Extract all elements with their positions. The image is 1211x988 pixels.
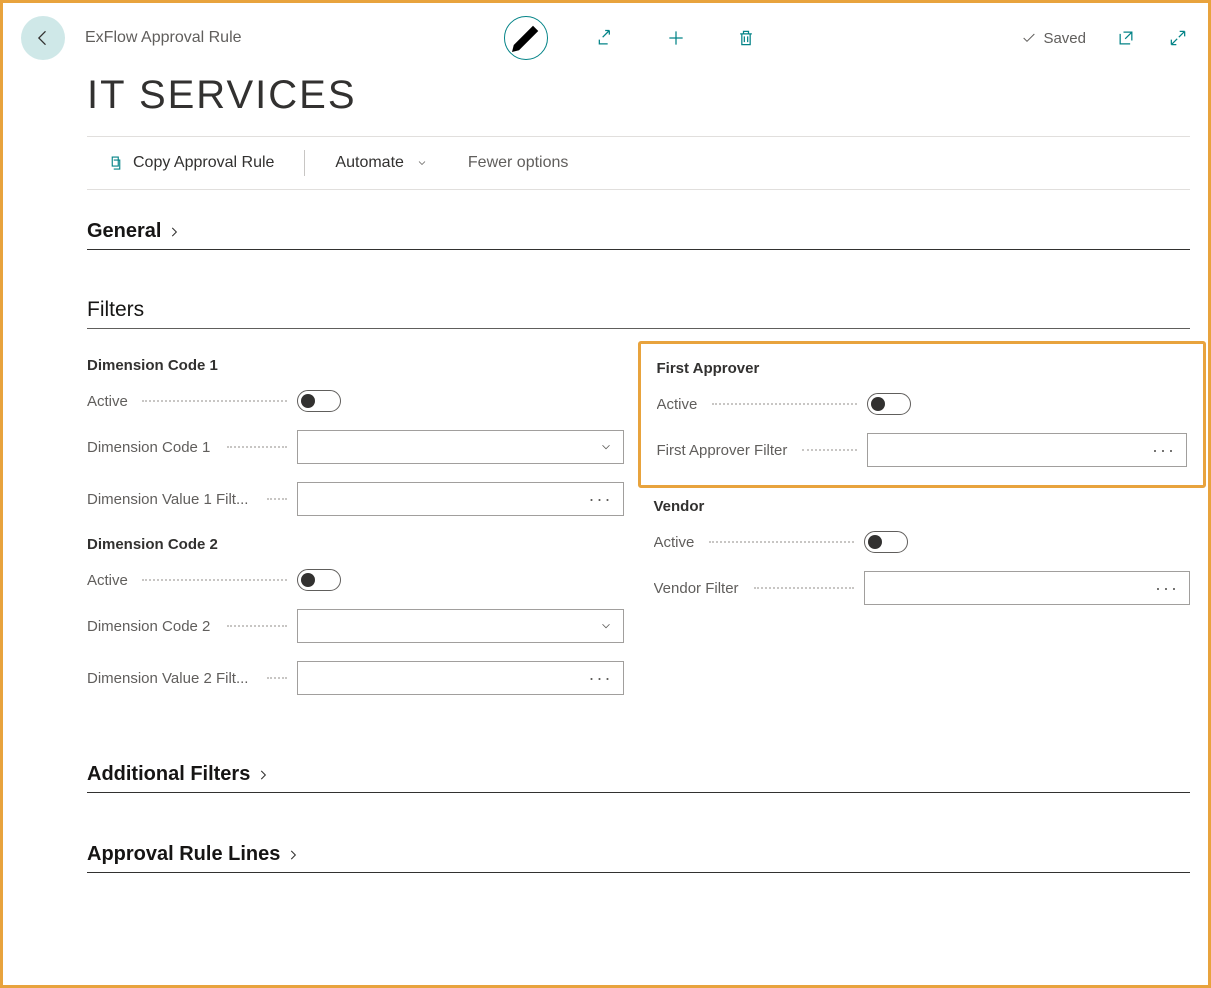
dim1-code-label: Dimension Code 1 <box>87 439 287 456</box>
expand-icon[interactable] <box>1166 26 1190 50</box>
dim2-value-input[interactable]: ··· <box>297 661 624 695</box>
ellipsis-icon[interactable]: ··· <box>1155 579 1179 597</box>
first-approver-active-toggle[interactable] <box>867 393 911 415</box>
first-approver-filter-label: First Approver Filter <box>657 442 857 459</box>
back-button[interactable] <box>21 16 65 60</box>
group-vendor-title: Vendor <box>654 498 1191 515</box>
dim2-active-label: Active <box>87 572 287 589</box>
chevron-down-icon <box>599 440 613 454</box>
first-approver-active-label: Active <box>657 396 857 413</box>
share-icon[interactable] <box>594 26 618 50</box>
vendor-filter-label: Vendor Filter <box>654 580 854 597</box>
dim2-value-label: Dimension Value 2 Filt... <box>87 670 287 687</box>
dim2-code-select[interactable] <box>297 609 624 643</box>
page-title: IT SERVICES <box>21 73 1190 136</box>
separator <box>304 150 305 176</box>
check-icon <box>1021 30 1037 46</box>
breadcrumb: ExFlow Approval Rule <box>85 29 242 47</box>
vendor-active-label: Active <box>654 534 854 551</box>
delete-icon[interactable] <box>734 26 758 50</box>
popout-icon[interactable] <box>1114 26 1138 50</box>
group-dim2-title: Dimension Code 2 <box>87 536 624 553</box>
first-approver-filter-input[interactable]: ··· <box>867 433 1188 467</box>
dim1-value-input[interactable]: ··· <box>297 482 624 516</box>
dim2-active-toggle[interactable] <box>297 569 341 591</box>
section-additional-filters[interactable]: Additional Filters <box>87 713 1190 793</box>
chevron-right-icon <box>286 848 300 862</box>
dim1-code-select[interactable] <box>297 430 624 464</box>
edit-button[interactable] <box>504 16 548 60</box>
saved-status: Saved <box>1021 30 1086 47</box>
dim1-active-label: Active <box>87 393 287 410</box>
section-approval-rule-lines[interactable]: Approval Rule Lines <box>87 793 1190 873</box>
fewer-options-button[interactable]: Fewer options <box>448 146 589 180</box>
dim2-code-label: Dimension Code 2 <box>87 618 287 635</box>
vendor-active-toggle[interactable] <box>864 531 908 553</box>
group-dim1-title: Dimension Code 1 <box>87 357 624 374</box>
chevron-right-icon <box>167 225 181 239</box>
copy-approval-rule-button[interactable]: Copy Approval Rule <box>87 146 294 180</box>
ellipsis-icon[interactable]: ··· <box>589 669 613 687</box>
section-filters[interactable]: Filters <box>87 250 1190 329</box>
chevron-down-icon <box>416 157 428 169</box>
chevron-down-icon <box>599 619 613 633</box>
ellipsis-icon[interactable]: ··· <box>1152 441 1176 459</box>
dim1-active-toggle[interactable] <box>297 390 341 412</box>
dim1-value-label: Dimension Value 1 Filt... <box>87 491 287 508</box>
first-approver-highlight: First Approver Active First Approver Fil… <box>638 341 1207 488</box>
group-first-approver-title: First Approver <box>657 360 1188 377</box>
copy-icon <box>107 154 125 172</box>
ellipsis-icon[interactable]: ··· <box>589 490 613 508</box>
vendor-filter-input[interactable]: ··· <box>864 571 1191 605</box>
automate-menu[interactable]: Automate <box>315 146 447 180</box>
section-general[interactable]: General <box>87 190 1190 250</box>
add-icon[interactable] <box>664 26 688 50</box>
chevron-right-icon <box>256 768 270 782</box>
